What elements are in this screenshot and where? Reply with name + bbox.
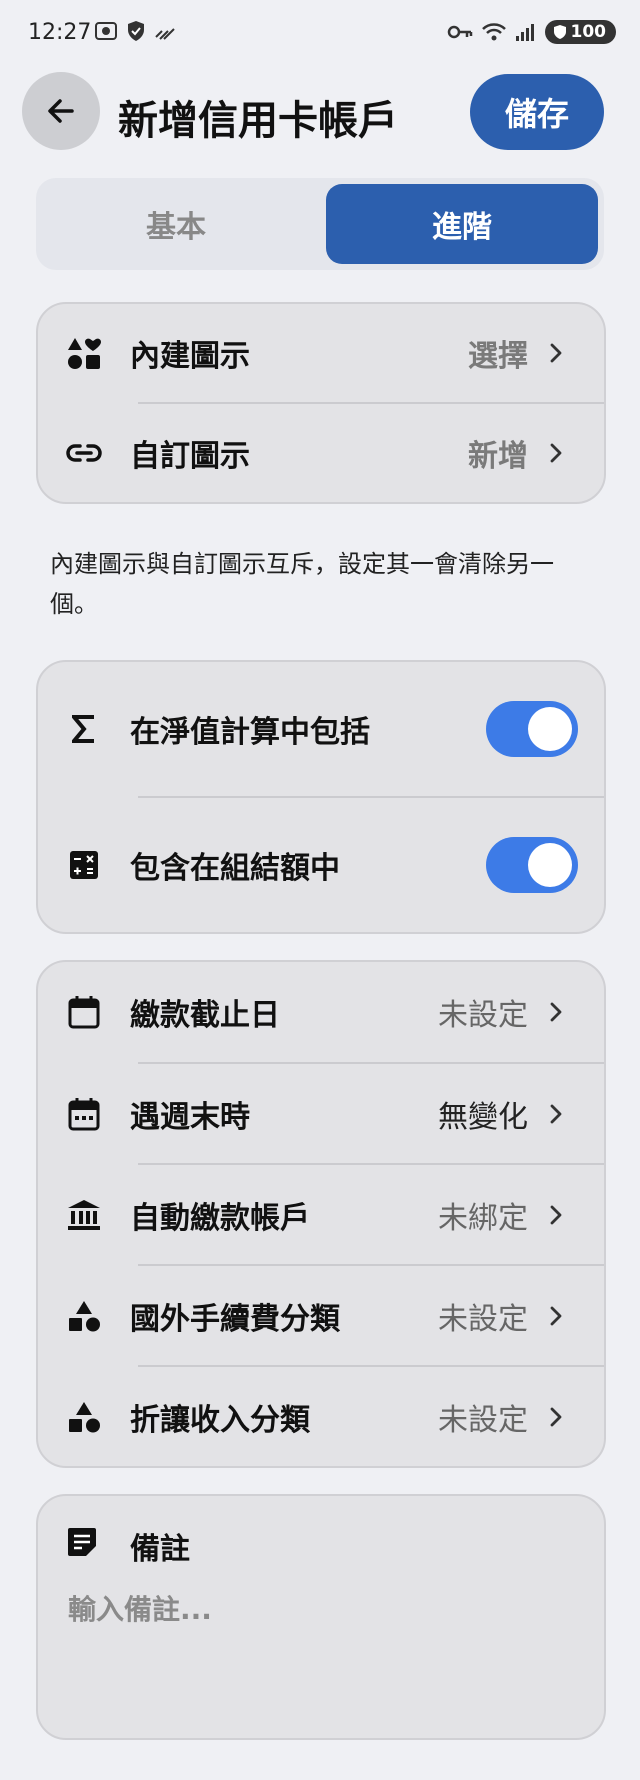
back-button[interactable] xyxy=(22,72,100,150)
memo-label: 備註 xyxy=(130,1532,190,1567)
billing-settings-card: 繳款截止日 未設定 遇週末時 無變化 自動繳款帳戶 未綁定 國外手續費分類 未設… xyxy=(36,960,606,1468)
row-value: 未設定 xyxy=(438,1402,528,1438)
toggle-knob xyxy=(528,843,572,887)
signal-slash-icon xyxy=(155,28,175,40)
arrow-left-icon xyxy=(48,99,74,123)
custom-icon-row[interactable]: 自訂圖示 新增 xyxy=(38,404,604,502)
tab-advanced[interactable]: 進階 xyxy=(326,184,598,264)
bank-icon xyxy=(66,1197,102,1233)
chevron-right-icon xyxy=(550,1002,562,1022)
tab-bar: 基本 進階 xyxy=(36,178,604,270)
row-label: 包含在組結額中 xyxy=(130,851,340,886)
note-icon xyxy=(66,1526,98,1562)
calendar-week-icon xyxy=(66,1096,102,1132)
link-icon xyxy=(66,435,102,471)
autopay-account-row[interactable]: 自動繳款帳戶 未綁定 xyxy=(38,1165,604,1264)
icon-exclusive-note: 內建圖示與自訂圖示互斥，設定其一會清除另一個。 xyxy=(50,550,554,618)
chevron-right-icon xyxy=(550,1104,562,1123)
memo-card: 備註 xyxy=(36,1494,606,1740)
save-button[interactable]: 儲存 xyxy=(470,74,604,150)
icon-settings-card: 內建圖示 選擇 自訂圖示 新增 xyxy=(36,302,606,504)
chevron-right-icon xyxy=(550,1205,562,1224)
key-icon xyxy=(447,25,472,39)
include-networth-toggle[interactable] xyxy=(486,701,578,757)
row-value: 未綁定 xyxy=(438,1200,528,1236)
calculator-icon xyxy=(66,847,102,883)
row-value: 未設定 xyxy=(438,998,528,1033)
row-value: 無變化 xyxy=(438,1099,528,1135)
screen-record-icon xyxy=(95,22,117,40)
include-subtotal-row: 包含在組結額中 xyxy=(38,798,604,932)
row-label: 自訂圖示 xyxy=(130,439,250,474)
app-header: 新增信用卡帳戶 儲存 xyxy=(0,70,640,154)
row-label: 遇週末時 xyxy=(130,1099,250,1135)
calendar-icon xyxy=(66,994,102,1030)
row-label: 內建圖示 xyxy=(130,339,250,374)
shapes-icon xyxy=(66,1399,102,1435)
row-label: 繳款截止日 xyxy=(130,998,280,1033)
builtin-icon-row[interactable]: 內建圖示 選擇 xyxy=(38,304,604,402)
cell-signal-icon xyxy=(515,24,534,41)
shield-icon xyxy=(553,25,566,39)
foreign-fee-category-row[interactable]: 國外手續費分類 未設定 xyxy=(38,1266,604,1365)
include-subtotal-toggle[interactable] xyxy=(486,837,578,893)
shapes-icon xyxy=(66,1298,102,1334)
rebate-income-category-row[interactable]: 折讓收入分類 未設定 xyxy=(38,1367,604,1466)
row-label: 在淨值計算中包括 xyxy=(130,715,370,750)
chevron-right-icon xyxy=(550,1407,562,1426)
chevron-right-icon xyxy=(550,343,562,363)
memo-input[interactable] xyxy=(66,1592,570,1627)
chevron-right-icon xyxy=(550,1306,562,1325)
shield-icon xyxy=(128,21,144,41)
battery-indicator: 100 xyxy=(544,20,616,44)
status-time: 12:27 xyxy=(28,20,92,45)
chevron-right-icon xyxy=(550,443,562,463)
toggle-knob xyxy=(528,707,572,751)
shapes-icon xyxy=(66,335,102,371)
battery-level: 100 xyxy=(570,22,607,42)
sigma-icon xyxy=(66,711,102,747)
status-bar: 12:27 100 xyxy=(0,0,640,68)
row-value: 未設定 xyxy=(438,1301,528,1337)
include-networth-row: 在淨值計算中包括 xyxy=(38,662,604,796)
wifi-icon xyxy=(481,23,506,41)
toggles-card: 在淨值計算中包括 包含在組結額中 xyxy=(36,660,606,934)
row-label: 折讓收入分類 xyxy=(130,1402,310,1438)
row-label: 自動繳款帳戶 xyxy=(130,1200,310,1236)
tab-basic[interactable]: 基本 xyxy=(40,184,312,264)
weekend-row[interactable]: 遇週末時 無變化 xyxy=(38,1064,604,1163)
row-value: 選擇 xyxy=(468,339,528,374)
page-title: 新增信用卡帳戶 xyxy=(118,98,398,144)
row-value: 新增 xyxy=(468,439,528,474)
due-date-row[interactable]: 繳款截止日 未設定 xyxy=(38,962,604,1062)
row-label: 國外手續費分類 xyxy=(130,1301,340,1337)
